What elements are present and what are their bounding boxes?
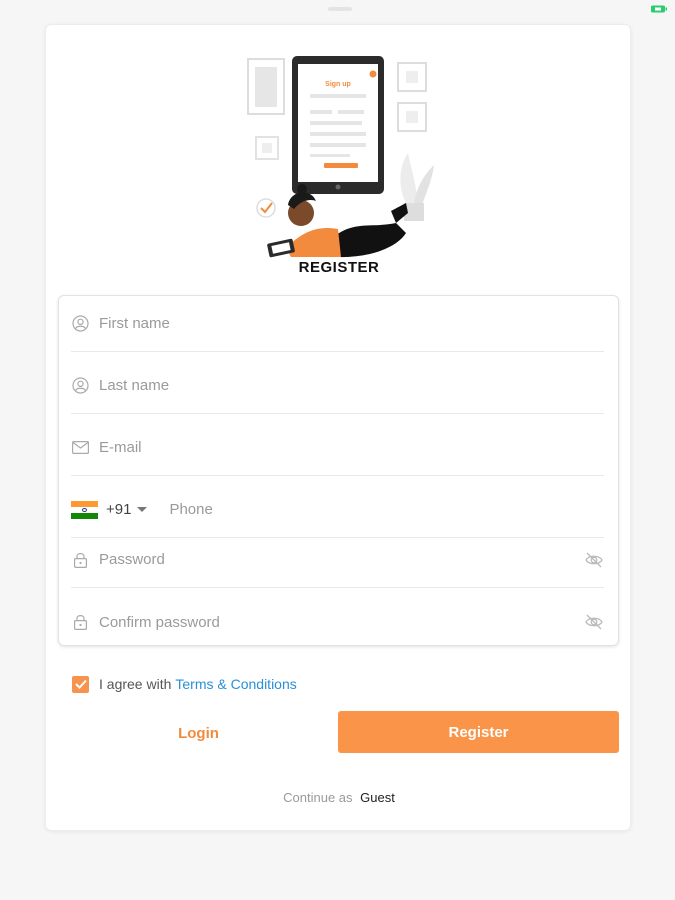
user-icon xyxy=(71,315,89,333)
phone-field[interactable]: +91 Phone xyxy=(71,482,604,538)
continue-as-guest: Continue as Guest xyxy=(46,790,632,805)
country-code[interactable]: +91 xyxy=(106,501,131,518)
status-bar xyxy=(0,0,675,20)
confirm-password-placeholder: Confirm password xyxy=(99,613,220,631)
last-name-field[interactable]: Last name xyxy=(71,358,604,414)
guest-link[interactable]: Guest xyxy=(360,790,395,805)
terms-checkbox[interactable] xyxy=(72,675,89,693)
confirm-password-field[interactable]: Confirm password xyxy=(71,594,604,650)
register-card: Sign up REGISTER First name Last name E-… xyxy=(45,24,631,831)
password-field[interactable]: Password xyxy=(71,532,604,588)
first-name-placeholder: First name xyxy=(99,315,170,332)
eye-off-icon[interactable] xyxy=(584,612,604,632)
lock-icon xyxy=(71,551,89,569)
signup-illustration: Sign up xyxy=(247,56,434,258)
terms-link[interactable]: Terms & Conditions xyxy=(175,676,296,692)
india-flag-icon[interactable] xyxy=(71,500,98,519)
chevron-down-icon[interactable] xyxy=(137,507,148,512)
email-placeholder: E-mail xyxy=(99,439,142,456)
guest-prefix: Continue as xyxy=(283,790,353,805)
agree-text: I agree with xyxy=(99,676,172,692)
first-name-field[interactable]: First name xyxy=(71,296,604,352)
status-indicator xyxy=(328,7,352,11)
mail-icon xyxy=(71,439,89,457)
login-button[interactable]: Login xyxy=(126,722,271,744)
phone-placeholder: Phone xyxy=(169,501,213,518)
terms-agreement: I agree with Terms & Conditions xyxy=(72,675,297,693)
registration-form: First name Last name E-mail +91 Phone Pa… xyxy=(58,295,619,646)
page-title: REGISTER xyxy=(298,259,380,276)
check-icon xyxy=(74,679,87,689)
last-name-placeholder: Last name xyxy=(99,377,170,394)
lock-icon xyxy=(71,613,89,631)
email-field[interactable]: E-mail xyxy=(71,420,604,476)
user-icon xyxy=(71,377,89,395)
illustration-screen-title: Sign up xyxy=(325,81,351,88)
battery-icon xyxy=(651,5,667,13)
register-button[interactable]: Register xyxy=(338,711,619,753)
eye-off-icon[interactable] xyxy=(584,550,604,570)
password-placeholder: Password xyxy=(99,551,165,568)
